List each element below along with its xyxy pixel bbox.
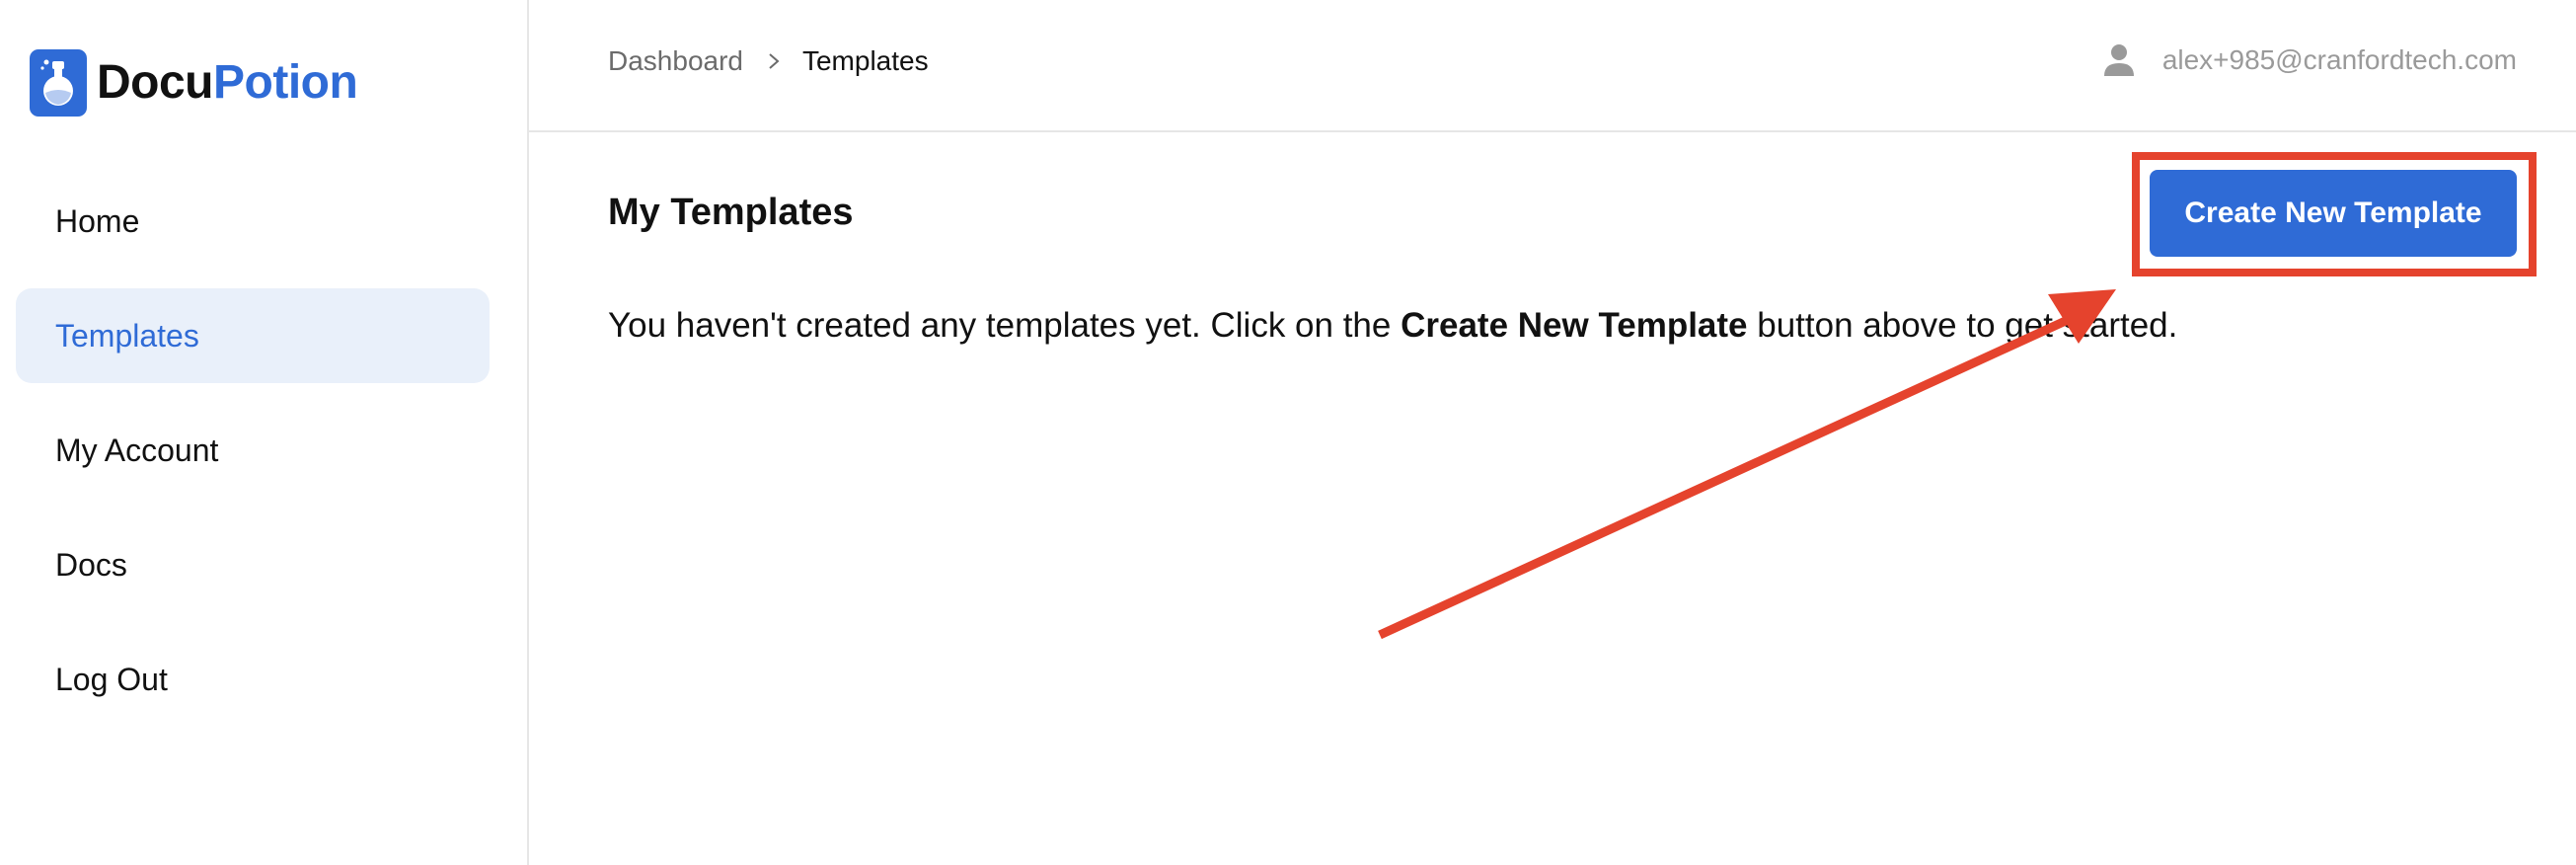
page-title: My Templates [608, 192, 854, 233]
create-new-template-button[interactable]: Create New Template [2150, 170, 2517, 257]
empty-message-after: button above to get started. [1747, 306, 2178, 345]
user-icon [2103, 43, 2135, 77]
chevron-right-icon [767, 51, 781, 71]
sidebar-item-home[interactable]: Home [16, 174, 490, 269]
sidebar-item-my-account[interactable]: My Account [16, 403, 490, 498]
brand-name-part1: Docu [97, 56, 214, 109]
main-content: My Templates Create New Template You hav… [529, 134, 2576, 865]
sidebar-item-log-out[interactable]: Log Out [16, 632, 490, 727]
breadcrumb: Dashboard Templates [608, 45, 929, 77]
brand-name: DocuPotion [97, 56, 358, 109]
sidebar-item-templates[interactable]: Templates [16, 288, 490, 383]
sidebar-nav: Home Templates My Account Docs Log Out [16, 174, 490, 747]
sidebar-item-docs[interactable]: Docs [16, 517, 490, 612]
potion-flask-icon [30, 49, 87, 117]
empty-state-message: You haven't created any templates yet. C… [608, 306, 2177, 346]
user-menu[interactable]: alex+985@cranfordtech.com [2103, 43, 2517, 77]
user-email: alex+985@cranfordtech.com [2161, 44, 2517, 75]
empty-message-bold: Create New Template [1401, 306, 1748, 345]
top-header: Dashboard Templates alex+985@cranfordtec… [529, 0, 2576, 132]
sidebar: DocuPotion Home Templates My Account Doc… [0, 0, 529, 865]
breadcrumb-dashboard-link[interactable]: Dashboard [608, 45, 743, 77]
app-window: DocuPotion Home Templates My Account Doc… [0, 0, 2576, 865]
brand-logo[interactable]: DocuPotion [30, 49, 358, 117]
brand-name-part2: Potion [213, 56, 358, 109]
breadcrumb-current: Templates [801, 45, 929, 76]
empty-message-before: You haven't created any templates yet. C… [608, 306, 1402, 345]
